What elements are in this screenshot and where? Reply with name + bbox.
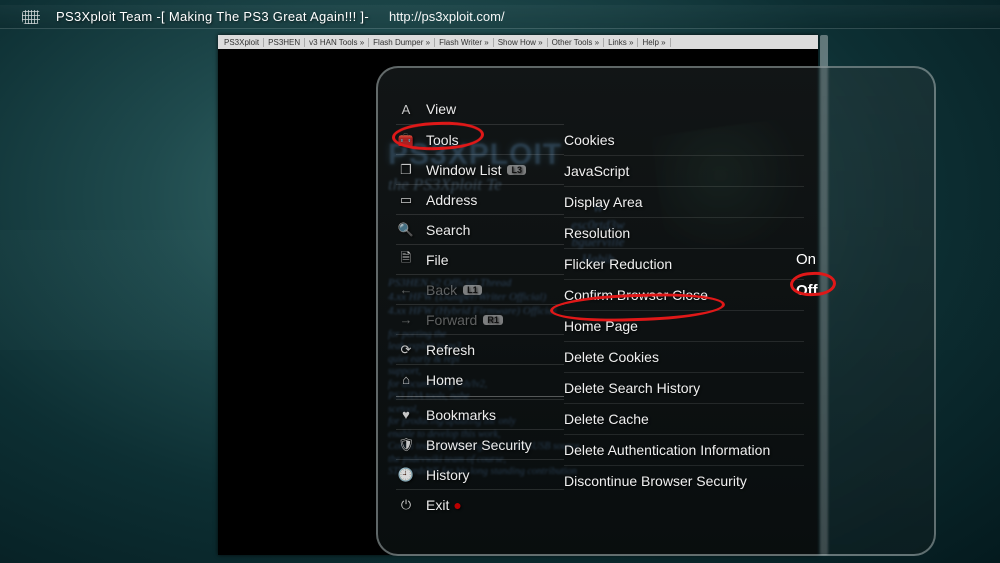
circle-button-icon: ● [453,497,461,513]
submenu-javascript[interactable]: JavaScript [564,155,804,186]
page-icon: ▭ [396,191,416,209]
submenu-delete-search-history[interactable]: Delete Search History [564,372,804,403]
forward-arrow-icon: → [396,311,416,329]
menu-history[interactable]: 🕘History [396,459,564,489]
www-icon [22,10,40,24]
submenu-resolution[interactable]: Resolution [564,217,804,248]
menu-forward[interactable]: →ForwardR1 [396,304,564,334]
option-off[interactable]: Off [792,275,882,306]
site-tab[interactable]: PS3Xploit [220,38,264,47]
toolbox-icon: 🧰 [396,131,416,149]
submenu-display-area[interactable]: Display Area [564,186,804,217]
menu-back[interactable]: ←BackL1 [396,274,564,304]
page-title: PS3Xploit Team -[ Making The PS3 Great A… [56,9,369,24]
site-tab[interactable]: v3 HAN Tools » [305,38,369,47]
r1-badge: R1 [483,315,503,325]
menu-separator [396,396,564,397]
back-arrow-icon: ← [396,281,416,299]
l1-badge: L1 [463,285,482,295]
main-menu-column: AView 🧰Tools ❐Window ListL3 ▭Address 🔍Se… [396,94,564,519]
refresh-icon: ⟳ [396,341,416,359]
menu-exit[interactable]: ⏻Exit● [396,489,564,519]
menu-home[interactable]: ⌂Home [396,364,564,394]
menu-bookmarks[interactable]: ♥Bookmarks [396,399,564,429]
submenu-delete-cookies[interactable]: Delete Cookies [564,341,804,372]
home-icon: ⌂ [396,371,416,389]
option-on[interactable]: On [792,244,882,275]
menu-address[interactable]: ▭Address [396,184,564,214]
submenu-flicker-reduction[interactable]: Flicker Reduction [564,248,804,279]
menu-file[interactable]: 🗎File [396,244,564,274]
submenu-discontinue-browser-security[interactable]: Discontinue Browser Security [564,465,804,496]
site-nav-tabs[interactable]: PS3Xploit PS3HEN v3 HAN Tools » Flash Du… [218,35,818,49]
letter-a-icon: A [396,100,416,118]
submenu-delete-auth-info[interactable]: Delete Authentication Information [564,434,804,465]
exit-icon: ⏻ [396,496,416,514]
heart-icon: ♥ [396,406,416,424]
site-tab[interactable]: Flash Writer » [435,38,494,47]
menu-search[interactable]: 🔍Search [396,214,564,244]
clock-icon: 🕘 [396,466,416,484]
site-tab[interactable]: Show How » [494,38,548,47]
menu-refresh[interactable]: ⟳Refresh [396,334,564,364]
menu-view[interactable]: AView [396,94,564,124]
menu-window-list[interactable]: ❐Window ListL3 [396,154,564,184]
xmb-options-panel: AView 🧰Tools ❐Window ListL3 ▭Address 🔍Se… [376,66,936,556]
site-tab[interactable]: Flash Dumper » [369,38,435,47]
windows-icon: ❐ [396,161,416,179]
address-url: http://ps3xploit.com/ [389,9,505,24]
site-tab[interactable]: Links » [604,38,638,47]
site-tab[interactable]: Help » [638,38,670,47]
site-tab[interactable]: Other Tools » [548,38,604,47]
on-off-options: On Off [792,244,882,306]
submenu-confirm-browser-close[interactable]: Confirm Browser Close [564,279,804,310]
submenu-home-page[interactable]: Home Page [564,310,804,341]
menu-browser-security[interactable]: 🛡Browser Security [396,429,564,459]
shield-icon: 🛡 [396,436,416,454]
site-tab[interactable]: PS3HEN [264,38,305,47]
submenu-cookies[interactable]: Cookies [564,124,804,155]
l3-badge: L3 [507,165,526,175]
browser-header: PS3Xploit Team -[ Making The PS3 Great A… [0,5,1000,29]
file-icon: 🗎 [396,251,416,269]
submenu-delete-cache[interactable]: Delete Cache [564,403,804,434]
search-icon: 🔍 [396,221,416,239]
tools-submenu-column: Cookies JavaScript Display Area Resoluti… [564,124,804,496]
menu-tools[interactable]: 🧰Tools [396,124,564,154]
